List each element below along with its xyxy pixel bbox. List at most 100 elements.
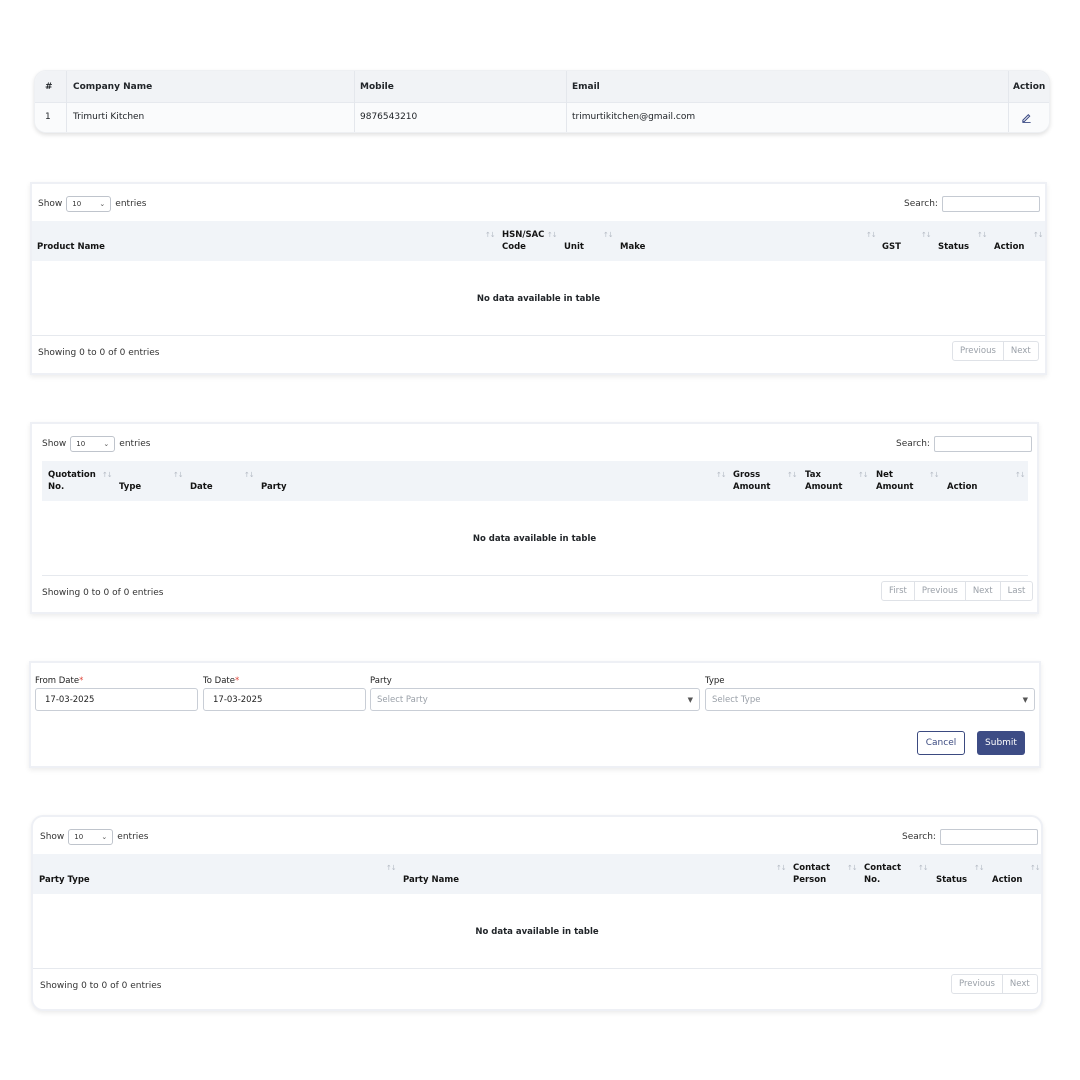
product-table-panel: Show 10 ⌄ entries Search: Product Name ↑… <box>30 182 1047 375</box>
sort-arrows-icon[interactable]: ↑↓ <box>547 231 558 239</box>
column-header-net-amount: Net Amount <box>876 470 914 492</box>
sort-arrows-icon[interactable]: ↑↓ <box>173 471 184 479</box>
submit-button[interactable]: Submit <box>977 731 1025 755</box>
quotation-table-panel: Show 10 ⌄ entries Search: Quotation No. ↑… <box>30 422 1039 614</box>
row-mobile: 9876543210 <box>360 112 418 122</box>
pagination: First Previous Next Last <box>881 581 1034 601</box>
pagination-next[interactable]: Next <box>964 582 1000 600</box>
sort-arrows-icon[interactable]: ↑↓ <box>1033 231 1044 239</box>
column-divider <box>566 71 567 132</box>
pagination: Previous Next <box>951 974 1038 994</box>
table-info: Showing 0 to 0 of 0 entries <box>42 588 164 598</box>
chevron-down-icon: ⌄ <box>99 200 106 208</box>
sort-arrows-icon[interactable]: ↑↓ <box>977 231 988 239</box>
show-label: Show <box>40 832 65 842</box>
pagination-previous[interactable]: Previous <box>953 342 1003 360</box>
pagination-first[interactable]: First <box>882 582 914 600</box>
table-bottom-divider <box>42 575 1028 576</box>
sort-arrows-icon[interactable]: ↑↓ <box>929 471 940 479</box>
sort-arrows-icon[interactable]: ↑↓ <box>847 864 858 872</box>
search-input[interactable] <box>933 436 1032 452</box>
search-label: Search: <box>902 832 936 842</box>
pagination-previous[interactable]: Previous <box>913 582 965 600</box>
column-header-gross-amount: Gross Amount <box>733 470 771 492</box>
chevron-down-icon: ⌄ <box>101 833 108 841</box>
to-date-label: To Date* <box>203 676 240 686</box>
type-label: Type <box>705 676 725 686</box>
sort-arrows-icon[interactable]: ↑↓ <box>485 231 496 239</box>
search-label: Search: <box>904 199 938 209</box>
column-header-action: Action <box>1013 82 1046 92</box>
column-divider <box>66 71 67 132</box>
pagination: Previous Next <box>952 341 1039 361</box>
sort-arrows-icon[interactable]: ↑↓ <box>918 864 929 872</box>
search-control: Search: <box>902 829 1038 845</box>
column-header-gst: GST <box>882 242 901 252</box>
entries-select-value: 10 <box>74 833 84 841</box>
sort-arrows-icon[interactable]: ↑↓ <box>776 864 787 872</box>
table-bottom-divider <box>33 968 1041 969</box>
sort-arrows-icon[interactable]: ↑↓ <box>921 231 932 239</box>
sort-arrows-icon[interactable]: ↑↓ <box>787 471 798 479</box>
column-header-product-name: Product Name <box>37 242 105 252</box>
sort-arrows-icon[interactable]: ↑↓ <box>1030 864 1041 872</box>
sort-arrows-icon[interactable]: ↑↓ <box>974 864 985 872</box>
pagination-next[interactable]: Next <box>1002 342 1038 360</box>
cancel-button[interactable]: Cancel <box>917 731 965 755</box>
column-header-status: Status <box>938 242 970 252</box>
empty-table-message: No data available in table <box>475 927 599 937</box>
column-header-mobile: Mobile <box>360 82 394 92</box>
chevron-down-icon: ⌄ <box>103 440 110 448</box>
sort-arrows-icon[interactable]: ↑↓ <box>386 864 397 872</box>
search-control: Search: <box>904 196 1040 212</box>
party-select[interactable]: Select Party ▼ <box>370 688 700 711</box>
entries-select-value: 10 <box>76 440 86 448</box>
column-header-index: # <box>45 82 53 92</box>
sort-arrows-icon[interactable]: ↑↓ <box>1015 471 1026 479</box>
column-header-party-name: Party Name <box>403 875 459 885</box>
sort-arrows-icon[interactable]: ↑↓ <box>603 231 614 239</box>
party-label: Party <box>370 676 392 686</box>
pencil-icon[interactable] <box>1021 112 1032 123</box>
pagination-next[interactable]: Next <box>1001 975 1037 993</box>
sort-arrows-icon[interactable]: ↑↓ <box>866 231 877 239</box>
sort-arrows-icon[interactable]: ↑↓ <box>244 471 255 479</box>
empty-table-message: No data available in table <box>476 294 601 304</box>
company-table-panel: # Company Name Mobile Email Action 1 Tri… <box>34 70 1050 133</box>
entries-label: entries <box>115 199 147 209</box>
sort-arrows-icon[interactable]: ↑↓ <box>102 471 113 479</box>
from-date-field[interactable]: 17-03-2025 <box>35 688 198 711</box>
table-row <box>35 102 1049 132</box>
column-header-contact-person: Contact Person <box>793 863 831 885</box>
column-header-unit: Unit <box>564 242 584 252</box>
column-header-party-type: Party Type <box>39 875 90 885</box>
pagination-last[interactable]: Last <box>999 582 1033 600</box>
entries-select[interactable]: 10 ⌄ <box>70 436 116 452</box>
pagination-previous[interactable]: Previous <box>952 975 1002 993</box>
entries-length-control: Show 10 ⌄ entries <box>42 436 151 452</box>
type-select[interactable]: Select Type ▼ <box>705 688 1035 711</box>
search-input[interactable] <box>941 196 1040 212</box>
column-header-contact-no: Contact No. <box>864 863 902 885</box>
entries-select[interactable]: 10 ⌄ <box>66 196 112 212</box>
entries-select[interactable]: 10 ⌄ <box>68 829 114 845</box>
show-label: Show <box>42 439 67 449</box>
entries-select-value: 10 <box>72 200 82 208</box>
column-header-quotation-no: Quotation No. <box>48 470 96 492</box>
column-divider <box>354 71 355 132</box>
show-label: Show <box>38 199 63 209</box>
entries-length-control: Show 10 ⌄ entries <box>38 196 147 212</box>
to-date-field[interactable]: 17-03-2025 <box>203 688 366 711</box>
column-header-company-name: Company Name <box>73 82 153 92</box>
search-input[interactable] <box>939 829 1038 845</box>
company-table-header <box>35 71 1049 102</box>
party-table-panel: Show 10 ⌄ entries Search: Party Type ↑↓ … <box>31 815 1043 1011</box>
column-header-action: Action <box>994 242 1025 252</box>
table-info: Showing 0 to 0 of 0 entries <box>40 981 162 991</box>
row-index: 1 <box>45 112 51 122</box>
party-select-placeholder: Select Party <box>377 694 428 705</box>
sort-arrows-icon[interactable]: ↑↓ <box>858 471 869 479</box>
column-header-party: Party <box>261 482 287 492</box>
column-header-action: Action <box>992 875 1023 885</box>
sort-arrows-icon[interactable]: ↑↓ <box>716 471 727 479</box>
